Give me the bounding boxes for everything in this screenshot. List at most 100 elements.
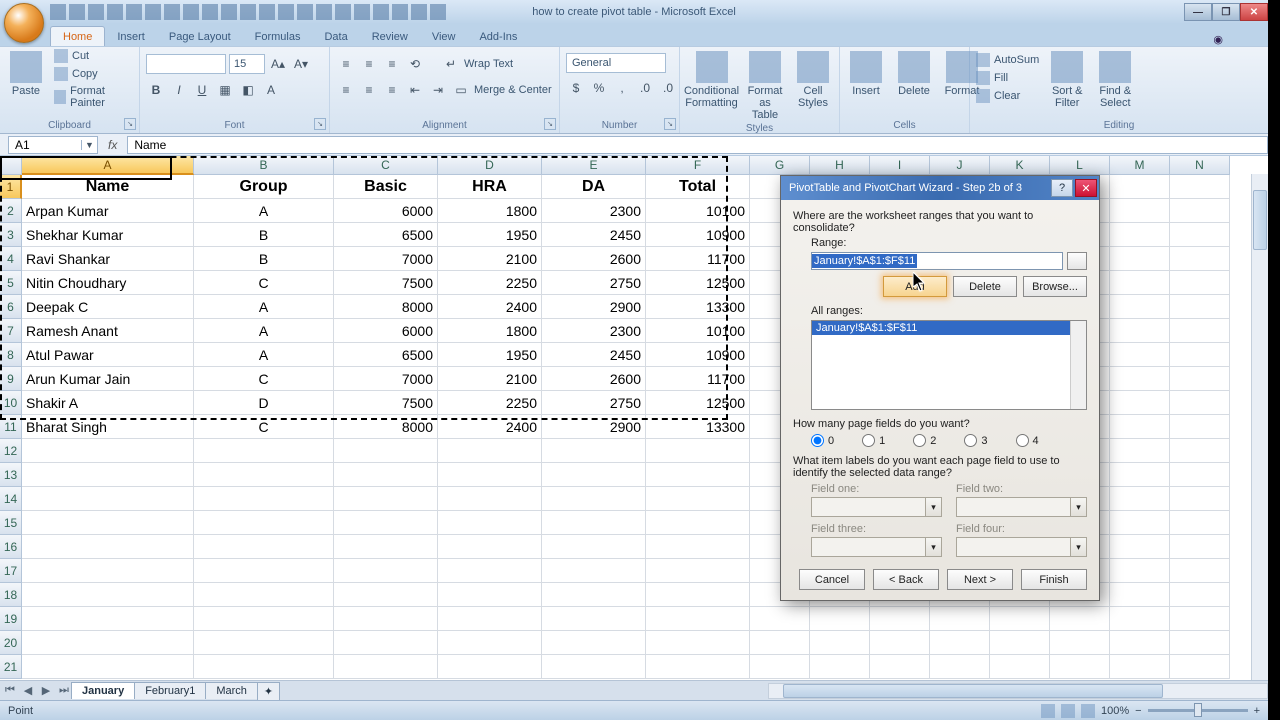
row-header-1[interactable]: 1 [0,175,22,199]
office-button[interactable] [4,3,44,43]
row-header-11[interactable]: 11 [0,415,22,439]
cell[interactable]: 1950 [438,343,542,367]
cell[interactable] [1170,199,1230,223]
cell[interactable]: 7500 [334,271,438,295]
qa-icon[interactable] [373,4,389,20]
dialog-help-button[interactable]: ? [1051,179,1073,197]
cell[interactable]: 7000 [334,367,438,391]
cell[interactable] [542,607,646,631]
row-header-6[interactable]: 6 [0,295,22,319]
cell[interactable] [1110,199,1170,223]
dialog-close-button[interactable]: ✕ [1075,179,1097,197]
align-left-icon[interactable]: ≡ [336,80,356,100]
cell[interactable]: 2250 [438,271,542,295]
tab-addins[interactable]: Add-Ins [467,27,529,46]
cell[interactable]: 7000 [334,247,438,271]
sheet-tab-february1[interactable]: February1 [134,682,206,699]
new-sheet-button[interactable]: ✦ [257,682,280,700]
cell[interactable]: Shakir A [22,391,194,415]
tab-insert[interactable]: Insert [105,27,157,46]
percent-icon[interactable]: % [589,78,609,98]
radio-0-input[interactable] [811,434,824,447]
cell[interactable]: 1950 [438,223,542,247]
cell[interactable] [542,439,646,463]
qa-icon[interactable] [107,4,123,20]
column-header-E[interactable]: E [542,156,646,175]
cell[interactable]: B [194,247,334,271]
cell[interactable] [194,607,334,631]
cell[interactable]: 13300 [646,415,750,439]
cell[interactable]: 6000 [334,199,438,223]
cell[interactable]: A [194,319,334,343]
zoom-thumb[interactable] [1194,703,1202,717]
copy-button[interactable]: Copy [54,67,133,81]
cell[interactable] [1110,415,1170,439]
row-header-20[interactable]: 20 [0,631,22,655]
radio-2-input[interactable] [913,434,926,447]
zoom-in-button[interactable]: + [1254,705,1260,717]
cell[interactable] [1110,367,1170,391]
cell[interactable] [1110,655,1170,679]
cell[interactable] [542,655,646,679]
cell[interactable]: A [194,343,334,367]
column-header-L[interactable]: L [1050,156,1110,175]
cell[interactable] [1110,343,1170,367]
cell[interactable] [1170,583,1230,607]
column-header-I[interactable]: I [870,156,930,175]
cell[interactable] [1110,271,1170,295]
cell[interactable] [646,487,750,511]
paste-button[interactable]: Paste [6,49,46,99]
cell[interactable]: 11700 [646,367,750,391]
sheet-tab-march[interactable]: March [205,682,258,699]
cell[interactable] [646,463,750,487]
vertical-scrollbar[interactable] [1251,174,1268,680]
next-sheet-button[interactable]: ▶ [38,683,54,699]
cell[interactable]: 1800 [438,199,542,223]
row-header-5[interactable]: 5 [0,271,22,295]
cell[interactable] [334,487,438,511]
column-header-N[interactable]: N [1170,156,1230,175]
cell[interactable] [1050,655,1110,679]
cell[interactable] [194,535,334,559]
orientation-icon[interactable]: ⟲ [405,54,425,74]
row-header-14[interactable]: 14 [0,487,22,511]
sort-filter-button[interactable]: Sort & Filter [1047,49,1087,111]
align-center-icon[interactable]: ≡ [359,80,379,100]
qa-icon[interactable] [221,4,237,20]
row-header-3[interactable]: 3 [0,223,22,247]
cell[interactable] [1170,559,1230,583]
cell[interactable] [1170,391,1230,415]
align-top-icon[interactable]: ≡ [336,54,356,74]
merge-center-button[interactable]: Merge & Center [474,84,552,96]
number-format-combo[interactable]: General [566,53,666,73]
cell[interactable] [1110,319,1170,343]
cell[interactable] [22,607,194,631]
cell[interactable] [542,463,646,487]
browse-button[interactable]: Browse... [1023,276,1087,297]
horizontal-scrollbar[interactable] [768,683,1268,699]
cell[interactable] [542,559,646,583]
column-header-K[interactable]: K [990,156,1050,175]
cell[interactable]: Shekhar Kumar [22,223,194,247]
chevron-down-icon[interactable]: ▼ [81,140,97,150]
column-header-D[interactable]: D [438,156,542,175]
cell[interactable] [930,631,990,655]
underline-button[interactable]: U [192,80,212,100]
radio-0[interactable]: 0 [811,434,834,447]
cell[interactable] [22,559,194,583]
cell[interactable] [334,655,438,679]
cell[interactable]: Group [194,175,334,199]
list-scrollbar[interactable] [1070,321,1086,409]
cancel-button[interactable]: Cancel [799,569,865,590]
range-picker-icon[interactable] [1067,252,1087,270]
cell[interactable] [1110,631,1170,655]
maximize-button[interactable]: ❐ [1212,3,1240,21]
column-header-G[interactable]: G [750,156,810,175]
cell[interactable] [334,439,438,463]
find-select-button[interactable]: Find & Select [1095,49,1135,111]
align-middle-icon[interactable]: ≡ [359,54,379,74]
cell[interactable] [1110,223,1170,247]
cell[interactable] [22,655,194,679]
cell[interactable] [1110,175,1170,199]
cell[interactable] [22,631,194,655]
